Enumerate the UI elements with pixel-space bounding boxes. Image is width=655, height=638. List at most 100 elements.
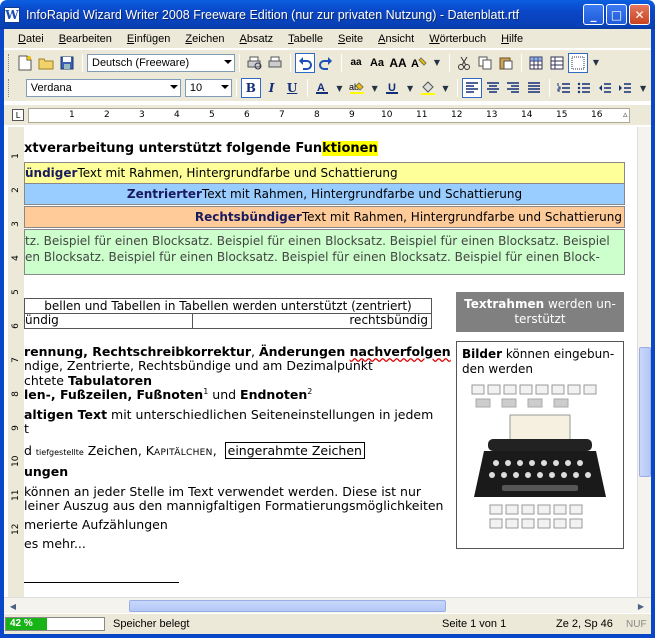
justified-band: tz. Beispiel für einen Blocksatz. Beispi… [24, 229, 625, 275]
image-frame: Bilder können eingebun-den werden [456, 341, 624, 549]
menu-tabelle[interactable]: Tabelle [288, 33, 323, 45]
document-canvas[interactable]: xtverarbeitung unterstützt folgende Funk… [24, 127, 637, 597]
window-title: InfoRapid Wizard Writer 2008 Freeware Ed… [26, 7, 520, 22]
menu-absatz[interactable]: Absatz [240, 33, 274, 45]
menu-bearbeiten[interactable]: Bearbeiten [59, 33, 112, 45]
menu-hilfe[interactable]: Hilfe [501, 33, 523, 45]
menu-zeichen[interactable]: Zeichen [185, 33, 224, 45]
doc-line: ndige, Zentrierte, Rechtsbündige und am … [24, 358, 373, 373]
typewriter-image [471, 384, 606, 529]
redo-icon[interactable] [316, 53, 336, 73]
chevron-down-icon[interactable]: ▼ [636, 78, 650, 98]
minimize-button[interactable]: _ [583, 4, 604, 25]
vertical-scrollbar[interactable] [637, 127, 651, 597]
svg-text:A: A [411, 58, 419, 70]
increase-indent-icon[interactable] [616, 78, 636, 98]
horizontal-ruler[interactable]: 1 2 3 4 5 6 7 8 9 10 11 12 13 14 15 16 ▵ [28, 108, 630, 123]
toolbar-grip[interactable] [8, 53, 11, 72]
horizontal-ruler-row: L 1 2 3 4 5 6 7 8 9 10 11 12 13 14 15 16… [4, 105, 651, 125]
doc-line: ungen [24, 464, 69, 479]
new-document-icon[interactable] [15, 53, 35, 73]
open-folder-icon[interactable] [36, 53, 56, 73]
language-combo[interactable]: Deutsch (Freeware) [87, 53, 235, 72]
paste-clipboard-icon[interactable] [496, 53, 516, 73]
underline-button[interactable]: U [282, 78, 302, 98]
font-icon [15, 78, 25, 98]
borders-icon[interactable] [568, 52, 588, 73]
scroll-left-icon[interactable]: ◀ [6, 599, 20, 613]
menu-woerterbuch[interactable]: Wörterbuch [429, 33, 486, 45]
table-cell-right: rechtsbündig [349, 313, 428, 327]
format-brush-icon[interactable]: A [409, 53, 429, 73]
menu-bar: Datei Bearbeiten Einfügen Zeichen Absatz… [4, 29, 651, 48]
doc-line: es mehr... [24, 536, 86, 551]
font-size-value: 10 [189, 82, 203, 94]
bold-button[interactable]: B [241, 78, 261, 98]
horizontal-scroll-thumb[interactable] [129, 600, 446, 612]
undo-icon[interactable] [295, 52, 315, 73]
chevron-down-icon[interactable]: ▼ [430, 53, 444, 73]
italic-button[interactable]: I [262, 78, 282, 98]
document-heading: xtverarbeitung unterstützt folgende Funk… [24, 141, 378, 156]
copy-icon[interactable] [475, 53, 495, 73]
numbered-list-icon[interactable] [554, 78, 574, 98]
memory-progress: 42 % [5, 617, 105, 631]
align-justify-icon[interactable] [524, 78, 544, 98]
doc-line: t [24, 421, 29, 436]
language-value: Deutsch (Freeware) [92, 56, 190, 69]
standard-toolbar: Deutsch (Freeware) aa Aa AA A ▼ ▼ [4, 49, 651, 75]
menu-seite[interactable]: Seite [338, 33, 363, 45]
toolbar-grip[interactable] [8, 79, 11, 97]
chevron-down-icon [221, 85, 230, 89]
chevron-down-icon[interactable]: ▼ [589, 53, 603, 73]
chevron-down-icon[interactable]: ▼ [439, 78, 453, 98]
font-size-combo[interactable]: 10 [184, 79, 233, 97]
table-grid-icon[interactable] [547, 53, 567, 73]
scroll-right-icon[interactable]: ▶ [634, 599, 648, 613]
save-disk-icon[interactable] [57, 53, 77, 73]
bullet-list-icon[interactable] [574, 78, 594, 98]
format-toolbar: Verdana 10 B I U A ▼ ab ▼ U ▼ ▼ ▼ [4, 75, 651, 101]
decrease-indent-icon[interactable] [595, 78, 615, 98]
tab-stop-selector[interactable]: L [12, 109, 24, 121]
align-left-icon[interactable] [462, 78, 482, 98]
doc-line: können an jeder Stelle im Text verwendet… [24, 484, 422, 499]
menu-einfuegen[interactable]: Einfügen [127, 33, 170, 45]
right-aligned-band: Rechtsbündiger Text mit Rahmen, Hintergr… [24, 206, 625, 228]
chevron-down-icon[interactable]: ▼ [403, 78, 417, 98]
left-aligned-band: ündiger Text mit Rahmen, Hintergrundfarb… [24, 162, 625, 184]
maximize-button[interactable]: □ [606, 4, 627, 25]
align-right-icon[interactable] [504, 78, 524, 98]
table-header-cell: bellen und Tabellen in Tabellen werden u… [25, 299, 431, 314]
align-center-icon[interactable] [483, 78, 503, 98]
doc-line: d tiefgestellte Zeichen, KAPITÄLCHEN, ei… [24, 442, 365, 459]
chevron-down-icon [169, 85, 178, 89]
cut-scissors-icon[interactable] [454, 53, 474, 73]
window-frame-right [651, 29, 655, 638]
font-color-icon[interactable]: A [312, 78, 332, 98]
chevron-down-icon[interactable]: ▼ [333, 78, 347, 98]
capitalize-button[interactable]: Aa [367, 53, 387, 73]
vertical-ruler[interactable]: 1 2 3 4 5 6 7 8 9 10 11 12 [8, 127, 24, 597]
doc-line: leiner Auszug aus den mannigfaltigen For… [24, 498, 444, 513]
right-indent-marker[interactable]: ▵ [623, 110, 628, 120]
lowercase-button[interactable]: aa [346, 53, 366, 73]
doc-line: merierte Aufzählungen [24, 517, 168, 532]
insert-table-icon[interactable] [526, 53, 546, 73]
chevron-down-icon [224, 59, 232, 64]
horizontal-scrollbar[interactable]: ◀ ▶ [4, 597, 651, 613]
vertical-scroll-thumb[interactable] [639, 347, 651, 477]
chevron-down-icon[interactable]: ▼ [368, 78, 382, 98]
font-combo[interactable]: Verdana [25, 79, 181, 97]
status-bar: 42 % Speicher belegt Seite 1 von 1 Ze 2,… [4, 614, 651, 634]
print-icon[interactable] [265, 53, 285, 73]
underline-style-icon[interactable]: U [383, 78, 403, 98]
print-preview-icon[interactable] [244, 53, 264, 73]
uppercase-button[interactable]: AA [388, 53, 408, 73]
highlight-marker-icon[interactable]: ab [347, 78, 367, 98]
fill-bucket-icon[interactable] [418, 78, 438, 98]
menu-ansicht[interactable]: Ansicht [378, 33, 414, 45]
document-table: bellen und Tabellen in Tabellen werden u… [24, 298, 432, 329]
menu-datei[interactable]: Datei [18, 33, 44, 45]
close-button[interactable]: ✕ [629, 4, 650, 25]
